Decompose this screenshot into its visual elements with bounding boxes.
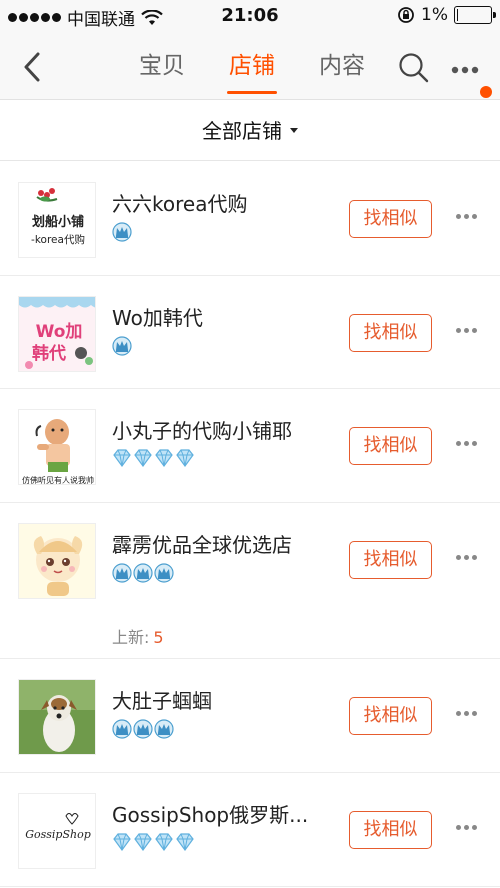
shop-name[interactable]: 六六korea代购 bbox=[112, 188, 247, 217]
status-right: 1% bbox=[397, 5, 496, 25]
nav-bar: 宝贝 店铺 内容 bbox=[0, 34, 500, 100]
shop-avatar: 划船小铺 -korea代购 bbox=[18, 182, 96, 258]
row-more-icon[interactable] bbox=[456, 825, 477, 830]
svg-text:Wo加: Wo加 bbox=[36, 322, 83, 342]
shop-name[interactable]: 大肚子蝈蝈 bbox=[112, 685, 212, 714]
notification-dot bbox=[480, 86, 492, 98]
battery-percent: 1% bbox=[421, 5, 448, 25]
svg-text:-korea代购: -korea代购 bbox=[31, 233, 85, 246]
diamond-icon bbox=[154, 833, 174, 855]
find-similar-button[interactable]: 找相似 bbox=[349, 427, 432, 465]
list-item[interactable]: GossipShop GossipShop俄罗斯... 找相似 bbox=[0, 773, 500, 887]
shop-filter-dropdown[interactable]: 全部店铺 bbox=[0, 100, 500, 161]
svg-text:仿佛听见有人说我帅: 仿佛听见有人说我帅 bbox=[22, 475, 94, 485]
shop-name[interactable]: 霹雳优品全球优选店 bbox=[112, 529, 292, 558]
find-similar-button[interactable]: 找相似 bbox=[349, 541, 432, 579]
caret-down-icon bbox=[290, 128, 298, 133]
list-item[interactable]: 仿佛听见有人说我帅 小丸子的代购小铺耶 找相似 bbox=[0, 389, 500, 503]
shop-avatar bbox=[18, 523, 96, 599]
shop-rank-badges bbox=[112, 563, 174, 587]
diamond-icon bbox=[112, 449, 132, 471]
diamond-icon bbox=[154, 449, 174, 471]
crown-icon bbox=[112, 222, 132, 246]
shop-avatar: Wo加 韩代 bbox=[18, 296, 96, 372]
filter-label: 全部店铺 bbox=[202, 119, 282, 143]
diamond-icon bbox=[133, 449, 153, 471]
crown-icon bbox=[154, 719, 174, 743]
diamond-icon bbox=[133, 833, 153, 855]
tab-items[interactable]: 宝贝 bbox=[135, 34, 189, 100]
shop-rank-badges bbox=[112, 719, 174, 743]
shop-rank-badges bbox=[112, 833, 195, 855]
new-items-info: 上新: 5 bbox=[112, 624, 164, 648]
shop-avatar: GossipShop bbox=[18, 793, 96, 869]
svg-text:韩代: 韩代 bbox=[32, 343, 66, 364]
tab-shops[interactable]: 店铺 bbox=[225, 34, 279, 100]
crown-icon bbox=[112, 336, 132, 360]
crown-icon bbox=[112, 719, 132, 743]
crown-icon bbox=[133, 719, 153, 743]
diamond-icon bbox=[175, 449, 195, 471]
shop-rank-badges bbox=[112, 449, 195, 471]
crown-icon bbox=[112, 563, 132, 587]
shop-avatar bbox=[18, 679, 96, 755]
shop-name[interactable]: GossipShop俄罗斯... bbox=[112, 799, 308, 828]
crown-icon bbox=[154, 563, 174, 587]
new-items-count: 5 bbox=[153, 628, 164, 647]
row-more-icon[interactable] bbox=[456, 441, 477, 446]
shop-rank-badges bbox=[112, 222, 132, 246]
svg-text:划船小铺: 划船小铺 bbox=[32, 214, 84, 230]
svg-text:GossipShop: GossipShop bbox=[25, 828, 91, 841]
crown-icon bbox=[133, 563, 153, 587]
new-items-label: 上新: bbox=[112, 628, 150, 647]
more-menu-icon[interactable] bbox=[448, 58, 492, 78]
shop-rank-badges bbox=[112, 336, 132, 360]
tab-content[interactable]: 内容 bbox=[315, 34, 369, 100]
diamond-icon bbox=[175, 833, 195, 855]
shop-list: 划船小铺 -korea代购 六六korea代购 找相似 Wo加 韩代 Wo加韩代… bbox=[0, 162, 500, 887]
list-item[interactable]: 划船小铺 -korea代购 六六korea代购 找相似 bbox=[0, 162, 500, 276]
search-icon[interactable] bbox=[398, 52, 430, 84]
status-bar: 中国联通 21:06 1% bbox=[0, 0, 500, 34]
row-more-icon[interactable] bbox=[456, 711, 477, 716]
shop-avatar: 仿佛听见有人说我帅 bbox=[18, 409, 96, 485]
rotation-lock-icon bbox=[398, 7, 414, 23]
find-similar-button[interactable]: 找相似 bbox=[349, 314, 432, 352]
list-item[interactable]: 大肚子蝈蝈 找相似 bbox=[0, 659, 500, 773]
battery-icon bbox=[454, 6, 496, 24]
list-item[interactable]: Wo加 韩代 Wo加韩代 找相似 bbox=[0, 276, 500, 389]
shop-name[interactable]: Wo加韩代 bbox=[112, 302, 203, 331]
row-more-icon[interactable] bbox=[456, 555, 477, 560]
diamond-icon bbox=[112, 833, 132, 855]
row-more-icon[interactable] bbox=[456, 214, 477, 219]
find-similar-button[interactable]: 找相似 bbox=[349, 811, 432, 849]
list-item[interactable]: 霹雳优品全球优选店 找相似 上新: 5 bbox=[0, 503, 500, 659]
find-similar-button[interactable]: 找相似 bbox=[349, 697, 432, 735]
find-similar-button[interactable]: 找相似 bbox=[349, 200, 432, 238]
row-more-icon[interactable] bbox=[456, 328, 477, 333]
shop-name[interactable]: 小丸子的代购小铺耶 bbox=[112, 415, 292, 444]
